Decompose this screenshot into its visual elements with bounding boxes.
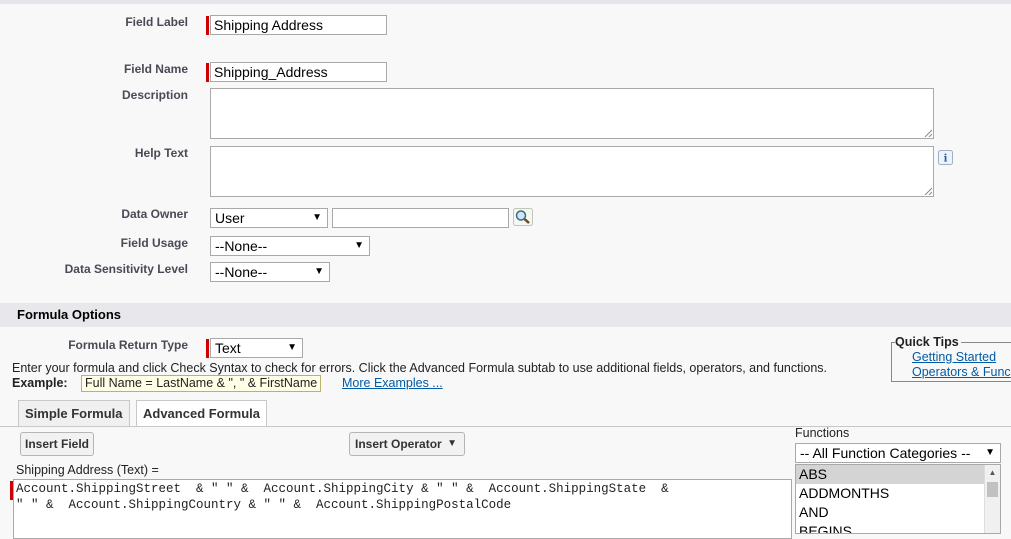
- functions-list[interactable]: ABS ADDMONTHS AND BEGINS ▲: [795, 464, 1001, 534]
- resize-grip-icon[interactable]: [924, 187, 932, 195]
- tab-simple-formula[interactable]: Simple Formula: [18, 400, 130, 426]
- data-sensitivity-select[interactable]: --None-- ▼: [210, 262, 330, 282]
- functions-label: Functions: [795, 426, 850, 440]
- lookup-search-icon[interactable]: [513, 208, 533, 226]
- help-text-label: Help Text: [134, 146, 188, 160]
- quick-tip-getting-started[interactable]: Getting Started: [912, 350, 996, 364]
- return-type-label: Formula Return Type: [68, 338, 188, 352]
- dropdown-arrow-icon: ▼: [287, 342, 297, 353]
- dropdown-arrow-icon: ▼: [985, 447, 995, 458]
- more-examples-link[interactable]: More Examples ...: [342, 376, 443, 390]
- field-usage-select[interactable]: --None-- ▼: [210, 236, 370, 256]
- tab-advanced-formula[interactable]: Advanced Formula: [136, 400, 268, 426]
- field-name-label: Field Name: [123, 62, 188, 76]
- help-text-textarea[interactable]: [210, 146, 934, 197]
- formula-field-caption: Shipping Address (Text) =: [16, 463, 159, 477]
- dropdown-arrow-icon: ▼: [312, 212, 322, 223]
- field-label-label: Field Label: [125, 15, 188, 29]
- tab-strip-line: [0, 426, 1011, 427]
- svg-text:i: i: [944, 154, 948, 165]
- data-owner-label: Data Owner: [121, 207, 188, 221]
- function-category-select[interactable]: -- All Function Categories -- ▼: [795, 443, 1001, 463]
- example-label: Example:: [12, 376, 68, 390]
- required-indicator: [206, 63, 209, 82]
- required-indicator: [206, 339, 209, 358]
- required-indicator: [206, 16, 209, 35]
- data-owner-value: User: [215, 210, 245, 226]
- formula-instructions: Enter your formula and click Check Synta…: [12, 361, 827, 375]
- formula-line-1: Account.ShippingStreet & " " & Account.S…: [16, 482, 669, 496]
- top-bar: [0, 0, 1011, 4]
- description-label: Description: [121, 88, 188, 102]
- insert-operator-button[interactable]: Insert Operator ▼: [349, 432, 465, 456]
- function-item-begins[interactable]: BEGINS: [796, 522, 1000, 533]
- formula-options-title: Formula Options: [17, 307, 121, 322]
- formula-editor[interactable]: Account.ShippingStreet & " " & Account.S…: [13, 479, 792, 539]
- scroll-thumb[interactable]: [987, 482, 998, 497]
- field-name-input[interactable]: Shipping_Address: [210, 62, 387, 82]
- example-value: Full Name = LastName & ", " & FirstName: [81, 375, 322, 392]
- function-item-abs[interactable]: ABS: [796, 465, 1000, 484]
- scroll-up-icon[interactable]: ▲: [985, 465, 1000, 481]
- function-item-and[interactable]: AND: [796, 503, 1000, 522]
- function-item-addmonths[interactable]: ADDMONTHS: [796, 484, 1000, 503]
- resize-grip-icon[interactable]: [924, 129, 932, 137]
- functions-scrollbar[interactable]: ▲: [984, 465, 1000, 533]
- quick-tips-title: Quick Tips: [895, 335, 961, 349]
- description-textarea[interactable]: [210, 88, 934, 139]
- field-usage-label: Field Usage: [120, 236, 188, 250]
- formula-line-2: " " & Account.ShippingCountry & " " & Ac…: [16, 498, 512, 512]
- dropdown-arrow-icon: ▼: [314, 266, 324, 277]
- data-sensitivity-value: --None--: [215, 264, 268, 280]
- field-label-input[interactable]: Shipping Address: [210, 15, 387, 35]
- data-owner-select[interactable]: User ▼: [210, 208, 328, 228]
- formula-options-bar: [0, 303, 1011, 327]
- quick-tip-operators[interactable]: Operators & Func: [912, 365, 1011, 379]
- data-sensitivity-label: Data Sensitivity Level: [64, 262, 188, 276]
- return-type-select[interactable]: Text ▼: [210, 338, 303, 358]
- dropdown-arrow-icon: ▼: [354, 240, 364, 251]
- field-usage-value: --None--: [215, 238, 268, 254]
- data-owner-lookup-input[interactable]: [332, 208, 509, 228]
- return-type-value: Text: [215, 340, 241, 356]
- info-icon[interactable]: i: [938, 150, 953, 165]
- insert-field-button[interactable]: Insert Field: [20, 432, 95, 456]
- function-category-value: -- All Function Categories --: [800, 445, 971, 461]
- dropdown-arrow-icon: ▼: [447, 438, 457, 449]
- insert-operator-label: Insert Operator: [355, 437, 442, 451]
